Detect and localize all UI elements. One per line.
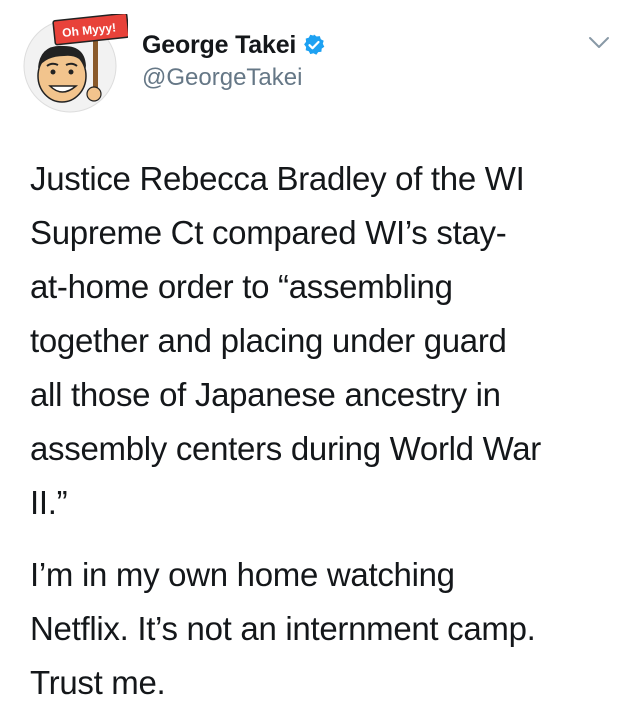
author-block: George Takei @GeorgeTakei <box>142 30 326 92</box>
tweet-text: Justice Rebecca Bradley of the WI Suprem… <box>30 152 620 710</box>
text-line: at-home order to “assembling <box>30 268 453 305</box>
tweet-paragraph-2: I’m in my own home watching Netflix. It’… <box>30 548 620 710</box>
text-line: Supreme Ct compared WI’s stay- <box>30 214 507 251</box>
cartoon-avatar-icon: Oh Myyy! <box>23 14 128 113</box>
user-handle[interactable]: @GeorgeTakei <box>142 64 326 92</box>
display-name[interactable]: George Takei <box>142 31 296 60</box>
chevron-down-icon[interactable] <box>586 32 612 52</box>
text-line: II.” <box>30 484 68 521</box>
text-line: assembly centers during World War <box>30 430 541 467</box>
tweet-paragraph-1: Justice Rebecca Bradley of the WI Suprem… <box>30 152 620 530</box>
text-line: Justice Rebecca Bradley of the WI <box>30 160 525 197</box>
text-line: together and placing under guard <box>30 322 507 359</box>
name-row: George Takei <box>142 30 326 60</box>
text-line: Netflix. It’s not an internment camp. <box>30 610 536 647</box>
text-line: Trust me. <box>30 664 166 701</box>
tweet-card: Oh Myyy! George Takei @GeorgeTakei Justi… <box>0 0 640 719</box>
text-line: all those of Japanese ancestry in <box>30 376 501 413</box>
avatar[interactable]: Oh Myyy! <box>20 14 128 114</box>
verified-badge-icon <box>302 33 326 57</box>
text-line: I’m in my own home watching <box>30 556 455 593</box>
